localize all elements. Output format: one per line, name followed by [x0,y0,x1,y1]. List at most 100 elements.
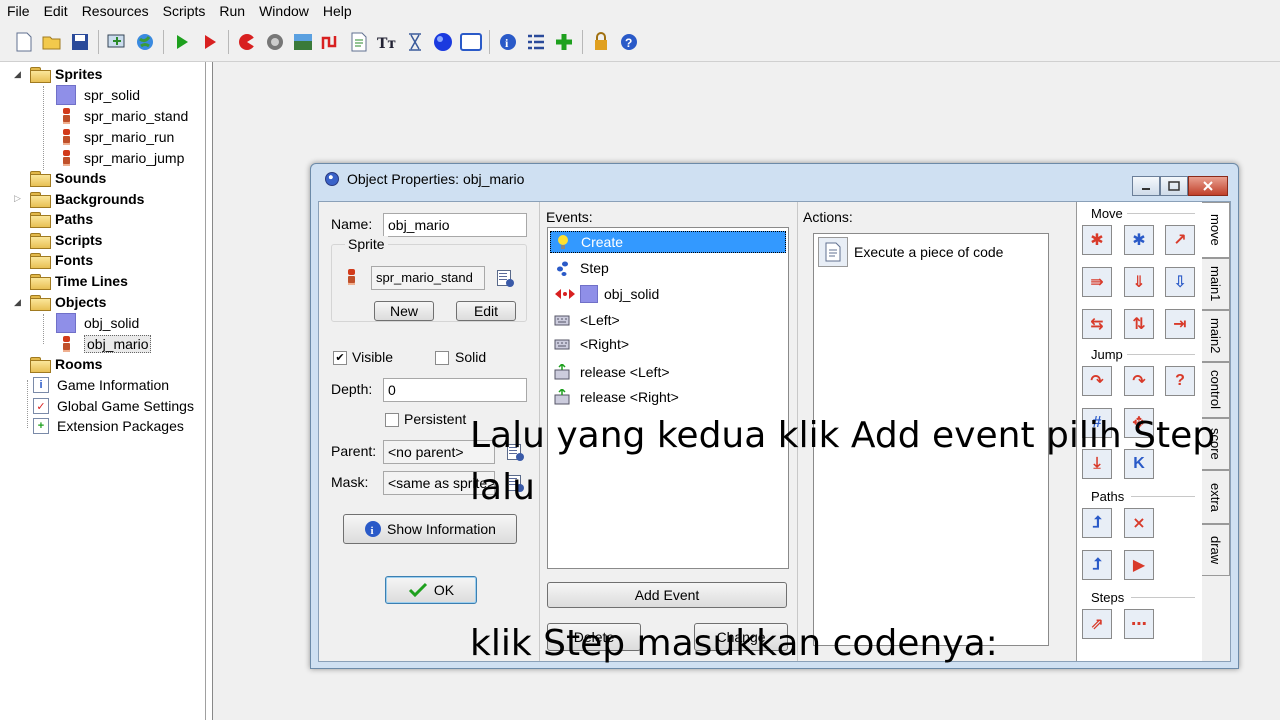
speed-horizontal-icon[interactable]: ⇛ [1082,267,1112,297]
toolbar-separator [582,29,583,54]
add-room-icon[interactable] [460,31,482,53]
menu-help[interactable]: Help [316,0,359,22]
resource-tree: ◢ Sprites spr_solid spr_mario_stand spr_… [0,62,206,720]
minimize-button[interactable] [1132,176,1160,196]
add-font-icon[interactable]: Tт [376,31,398,53]
add-path-icon[interactable] [320,31,342,53]
help-icon[interactable]: ? [618,31,640,53]
tree-item-game-information[interactable]: i Game Information [33,375,169,395]
tree-item-spr-mario-run[interactable]: spr_mario_run [56,127,174,147]
menu-resources[interactable]: Resources [75,0,156,22]
menu-run[interactable]: Run [212,0,252,22]
event-create[interactable]: Create [550,231,786,253]
expand-arrow-icon[interactable]: ▷ [14,193,21,204]
sprite-select[interactable]: spr_mario_stand [371,266,485,290]
visible-checkbox[interactable]: ✔ [333,351,347,365]
tree-group-label: Objects [55,294,107,310]
folder-icon [30,212,51,228]
add-sprite-icon[interactable] [236,31,258,53]
tree-item-obj-mario[interactable]: obj_mario [56,334,152,354]
move-towards-icon[interactable]: ↗ [1165,225,1195,255]
tree-group-sprites[interactable]: ◢ Sprites [14,64,102,84]
tree-group-fonts[interactable]: Fonts [30,250,93,270]
run-icon[interactable] [171,31,193,53]
solid-checkbox[interactable] [435,351,449,365]
collapse-arrow-icon[interactable]: ◢ [14,69,21,80]
tree-group-objects[interactable]: ◢ Objects [14,292,106,312]
tree-item-spr-mario-stand[interactable]: spr_mario_stand [56,106,188,126]
tree-item-spr-solid[interactable]: spr_solid [56,85,140,105]
menu-bar: File Edit Resources Scripts Run Window H… [0,0,1280,22]
publish-web-icon[interactable] [134,31,156,53]
save-icon[interactable] [69,31,91,53]
tree-group-sounds[interactable]: Sounds [30,168,106,188]
maximize-button[interactable] [1160,176,1188,196]
game-information-icon[interactable]: i [497,31,519,53]
gravity-icon[interactable]: ⇩ [1165,267,1195,297]
menu-window[interactable]: Window [252,0,316,22]
new-file-icon[interactable] [13,31,35,53]
add-sound-icon[interactable] [264,31,286,53]
tree-group-paths[interactable]: Paths [30,209,93,229]
folder-icon [30,171,51,187]
menu-scripts[interactable]: Scripts [156,0,213,22]
toolbar-separator [228,29,229,54]
dialog-titlebar[interactable]: Object Properties: obj_mario [311,164,1238,196]
object-icon [325,172,339,186]
lightbulb-icon [555,234,571,250]
event-collision-obj-solid[interactable]: obj_solid [550,283,786,305]
manual-icon[interactable] [590,31,612,53]
name-field[interactable]: obj_mario [383,213,527,237]
event-step[interactable]: Step [550,257,786,279]
tree-item-obj-solid[interactable]: obj_solid [56,313,139,333]
run-debug-icon[interactable] [199,31,221,53]
tree-group-label: Fonts [55,252,94,268]
speed-vertical-icon[interactable]: ⇓ [1124,267,1154,297]
tree-group-timelines[interactable]: Time Lines [30,271,128,291]
sprite-menu-icon[interactable] [496,269,514,287]
tree-group-label: Sprites [55,66,103,82]
plus-icon: + [33,418,49,434]
menu-edit[interactable]: Edit [37,0,75,22]
new-sprite-button[interactable]: New [374,301,434,321]
tree-group-label: Rooms [55,356,103,372]
create-executable-icon[interactable] [106,31,128,53]
extension-packages-icon[interactable] [553,31,575,53]
tree-group-rooms[interactable]: Rooms [30,354,102,374]
add-script-icon[interactable] [348,31,370,53]
mario-sprite-icon [58,128,74,146]
open-folder-icon[interactable] [41,31,63,53]
tree-item-extension-packages[interactable]: + Extension Packages [33,416,184,436]
add-background-icon[interactable] [292,31,314,53]
tree-item-spr-mario-jump[interactable]: spr_mario_jump [56,148,184,168]
mario-sprite-icon [58,335,74,353]
tab-move[interactable]: move [1202,202,1230,258]
code-page-icon [818,237,848,267]
tree-group-scripts[interactable]: Scripts [30,230,102,250]
tree-item-label: spr_mario_stand [84,108,189,124]
menu-file[interactable]: File [0,0,37,22]
global-settings-icon[interactable] [525,31,547,53]
collision-icon [554,286,576,302]
ok-button[interactable]: OK [385,576,477,604]
mario-sprite-icon [58,149,74,167]
move-free-icon[interactable]: ✱ [1124,225,1154,255]
visible-label: Visible [352,349,393,365]
persistent-checkbox[interactable] [385,413,399,427]
actions-label: Actions: [803,209,853,225]
palette-section-move: Move [1091,206,1127,221]
tree-group-backgrounds[interactable]: ▷ Backgrounds [14,189,144,209]
close-button[interactable] [1188,176,1228,196]
event-label: Step [580,260,609,276]
add-object-icon[interactable] [432,31,454,53]
sprite-solid-icon [580,285,598,303]
action-execute-code[interactable]: Execute a piece of code [818,237,1003,267]
tab-main1[interactable]: main1 [1202,258,1230,310]
tree-item-global-game-settings[interactable]: ✓ Global Game Settings [33,396,194,416]
collapse-arrow-icon[interactable]: ◢ [14,297,21,308]
tree-item-label: spr_solid [84,87,141,103]
move-fixed-icon[interactable]: ✱ [1082,225,1112,255]
caption-line-2: klik Step masukkan codenya: [470,623,998,664]
section-divider [1127,213,1195,214]
add-timeline-icon[interactable] [404,31,426,53]
